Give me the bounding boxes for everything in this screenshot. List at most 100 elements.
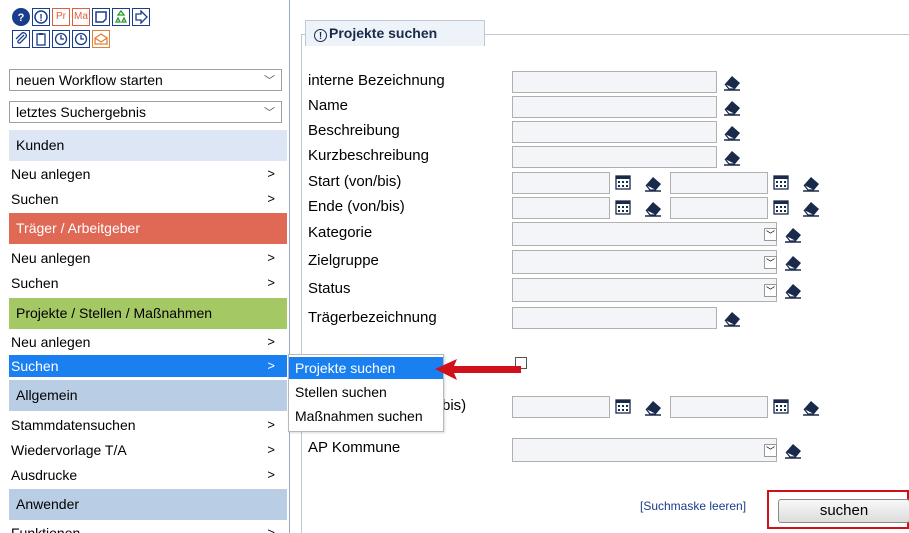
paperclip-icon[interactable] [12,30,30,48]
label-ende: Ende (von/bis) [308,198,405,215]
svg-text:?: ? [18,12,25,24]
range-to-input[interactable] [670,396,768,418]
svg-text:!: ! [39,13,42,24]
calendar-icon[interactable] [773,199,791,217]
name-input[interactable] [512,96,717,118]
eraser-icon[interactable] [721,307,743,329]
workflow-select[interactable]: neuen Workflow starten ﹀ [9,69,282,91]
annotation-arrow-icon [435,359,521,380]
section-projekte[interactable]: Projekte / Stellen / Maßnahmen [9,298,287,329]
sidebar-item-kunden-neu[interactable]: Neu anlegen > [9,163,287,185]
submenu-stellen-suchen[interactable]: Stellen suchen [289,381,443,403]
beschreibung-input[interactable] [512,121,717,143]
search-button-highlight: suchen [767,490,909,529]
chevron-right-icon: > [267,191,275,206]
ende-from-input[interactable] [512,197,610,219]
ap-kommune-select[interactable]: ﹀ [512,438,777,462]
pr-icon[interactable]: Pr [52,8,70,26]
label-traegerbezeichnung: Trägerbezeichnung [308,309,437,326]
sidebar-item-traeger-neu[interactable]: Neu anlegen > [9,247,287,269]
exit-icon[interactable] [132,8,150,26]
submenu-massnahmen-suchen[interactable]: Maßnahmen suchen [289,405,443,427]
start-from-input[interactable] [512,172,610,194]
sidebar-item-projekte-neu[interactable]: Neu anlegen > [9,331,287,353]
info-icon[interactable]: ! [32,8,50,26]
calendar-icon[interactable] [773,398,791,416]
status-select[interactable]: ﹀ [512,278,777,302]
last-result-select[interactable]: letztes Suchergebnis ﹀ [9,101,282,123]
sidebar-item-traeger-suchen[interactable]: Suchen > [9,272,287,294]
zielgruppe-select[interactable]: ﹀ [512,250,777,274]
eraser-icon[interactable] [721,146,743,168]
ende-to-input[interactable] [670,197,768,219]
chevron-down-icon: ﹀ [764,444,777,457]
section-kunden[interactable]: Kunden [9,130,287,161]
label-partial-range: bis) [442,397,467,414]
eraser-icon[interactable] [721,96,743,118]
chevron-right-icon: > [267,166,275,181]
submenu-projekte-suchen[interactable]: Projekte suchen [289,357,443,379]
start-to-input[interactable] [670,172,768,194]
sidebar-item-projekte-suchen[interactable]: Suchen > [9,355,287,377]
calendar-icon[interactable] [615,199,633,217]
note-icon[interactable] [92,8,110,26]
eraser-icon[interactable] [782,279,804,301]
search-button[interactable]: suchen [778,499,909,523]
chevron-down-icon: ﹀ [764,256,777,269]
help-icon[interactable]: ? [12,8,30,26]
sidebar-item-ausdrucke[interactable]: Ausdrucke > [9,464,287,486]
chevron-right-icon: > [267,275,275,290]
sidebar-item-wiedervorlage[interactable]: Wiedervorlage T/A > [9,439,287,461]
clipboard-icon[interactable] [32,30,50,48]
kategorie-select[interactable]: ﹀ [512,222,777,246]
eraser-icon[interactable] [800,197,822,219]
sidebar-item-stammdaten[interactable]: Stammdatensuchen > [9,414,287,436]
toolbar-row-1: ? ! Pr Ma [12,8,150,28]
main-content: ! Projekte suchen interne Bezeichnung Nam… [290,0,909,533]
eraser-icon[interactable] [721,121,743,143]
envelope-icon[interactable] [92,30,110,48]
eraser-icon[interactable] [721,71,743,93]
chevron-right-icon: > [267,250,275,265]
eraser-icon[interactable] [642,197,664,219]
kurzbeschreibung-input[interactable] [512,146,717,168]
chevron-down-icon: ﹀ [264,107,275,119]
label-status: Status [308,280,351,297]
fieldset-legend: ! Projekte suchen [305,20,485,46]
label-kategorie: Kategorie [308,224,373,241]
chevron-down-icon: ﹀ [264,75,275,87]
recycle-icon[interactable] [112,8,130,26]
chevron-right-icon: > [267,358,275,373]
calendar-icon[interactable] [615,398,633,416]
calendar-icon[interactable] [615,174,633,192]
submenu-popup: Projekte suchen Stellen suchen Maßnahmen… [288,354,444,432]
section-allgemein[interactable]: Allgemein [9,380,287,411]
label-ap-kommune: AP Kommune [308,439,401,456]
reset-search-link[interactable]: [Suchmaske leeren] [640,499,746,513]
label-interne-bezeichnung: interne Bezeichnung [308,72,445,89]
clock-icon[interactable] [52,30,70,48]
calendar-icon[interactable] [773,174,791,192]
sidebar: ? ! Pr Ma neuen Workflow starten ﹀ letzte… [0,0,290,533]
toolbar-row-2 [12,30,110,50]
sidebar-item-kunden-suchen[interactable]: Suchen > [9,188,287,210]
eraser-icon[interactable] [782,251,804,273]
sidebar-item-funktionen[interactable]: Funktionen > [9,522,287,533]
eraser-icon[interactable] [642,396,664,418]
eraser-icon[interactable] [800,172,822,194]
clock-icon[interactable] [72,30,90,48]
eraser-icon[interactable] [782,439,804,461]
section-anwender[interactable]: Anwender [9,489,287,520]
label-beschreibung: Beschreibung [308,122,400,139]
ma-icon[interactable]: Ma [72,8,90,26]
label-start: Start (von/bis) [308,173,402,190]
range-from-input[interactable] [512,396,610,418]
eraser-icon[interactable] [782,223,804,245]
info-icon: ! [314,29,327,42]
interne-bezeichnung-input[interactable] [512,71,717,93]
section-traeger[interactable]: Träger / Arbeitgeber [9,213,287,244]
eraser-icon[interactable] [642,172,664,194]
eraser-icon[interactable] [800,396,822,418]
chevron-right-icon: > [267,334,275,349]
traegerbezeichnung-input[interactable] [512,307,717,329]
